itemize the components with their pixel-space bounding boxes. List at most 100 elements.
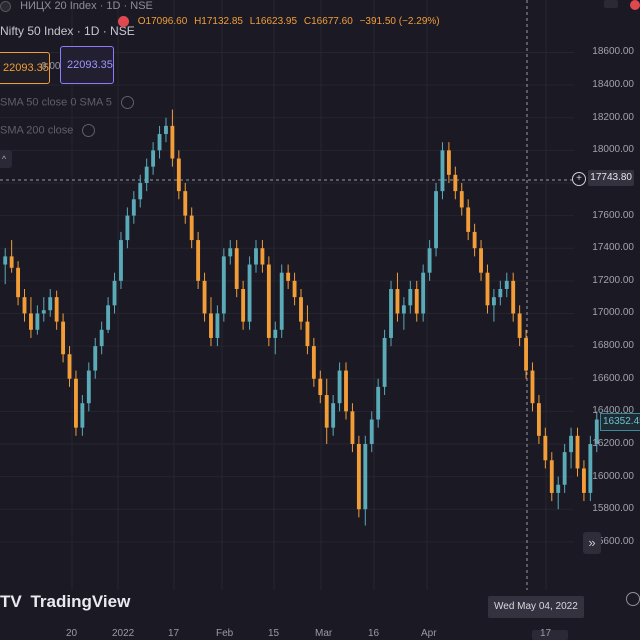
symbol-title[interactable]: Nifty 50 Index · 1D · NSE	[0, 24, 135, 38]
time-axis[interactable]: 20 2022 17 Feb 15 Mar 16 Apr 17	[0, 622, 640, 640]
candle-body	[479, 248, 483, 273]
time-tick-label: 16	[368, 628, 380, 639]
settings-gear-icon[interactable]	[626, 592, 640, 606]
status-dot-icon	[0, 0, 11, 12]
time-tick-label: 15	[268, 628, 280, 639]
candle-body	[125, 215, 130, 241]
candle-body	[453, 174, 458, 192]
time-tick-label: 17	[540, 628, 552, 639]
indicator-sma50[interactable]: SMA 50 close 0 SMA 5	[0, 96, 134, 109]
candle-body	[446, 150, 451, 175]
candle-body	[382, 337, 387, 387]
candle-body	[228, 248, 233, 257]
candle-body	[472, 231, 477, 249]
candle-body	[266, 264, 271, 338]
candle-body	[254, 248, 258, 265]
candle-body	[440, 150, 445, 192]
candle-body	[67, 354, 72, 379]
candle-body	[99, 329, 104, 347]
candle-body	[331, 403, 336, 428]
candle-body	[401, 305, 406, 314]
candle-body	[556, 484, 561, 493]
tradingview-logo[interactable]: TV TradingView	[0, 592, 130, 612]
buy-button[interactable]: 22093.35	[60, 46, 114, 84]
time-tick-label: 2022	[112, 628, 135, 639]
scroll-to-realtime-button[interactable]: »	[583, 532, 601, 554]
add-alert-icon[interactable]: +	[572, 172, 586, 186]
candle-body	[189, 215, 194, 241]
candle-body	[260, 248, 265, 265]
candle-body	[209, 313, 213, 338]
candle-body	[337, 370, 342, 404]
candle-body	[485, 272, 490, 306]
price-tick-label: 15800.00	[592, 503, 634, 515]
price-tick-label: 16600.00	[592, 372, 634, 384]
candle-body	[22, 297, 27, 314]
candle-body	[350, 411, 355, 444]
indicator-sma200[interactable]: SMA 200 close	[0, 124, 96, 137]
spread-value: 0.00	[41, 61, 61, 72]
candle-body	[176, 158, 181, 192]
candle-body	[305, 321, 310, 347]
candle-body	[86, 370, 91, 404]
price-axis[interactable]: 18600.0018400.0018200.0018000.0017800.00…	[574, 0, 640, 600]
candle-body	[273, 329, 278, 338]
candle-body	[536, 403, 541, 436]
candle-body	[389, 289, 393, 338]
candle-body	[504, 280, 509, 289]
candle-body	[106, 305, 111, 330]
candle-body	[3, 256, 8, 265]
candle-body	[421, 272, 426, 314]
candle-body	[491, 297, 496, 306]
candle-body	[498, 289, 503, 298]
candle-body	[543, 435, 548, 461]
candle-body	[234, 248, 239, 289]
last-price-label: 16352.45	[600, 413, 640, 431]
candle-body	[196, 240, 201, 281]
collapse-legend-button[interactable]: ^	[0, 150, 12, 168]
candle-body	[74, 378, 78, 428]
candle-body	[241, 289, 246, 322]
chart-header: НИЦХ 20 Index · 1D · NSE Nifty 50 Index …	[0, 0, 570, 168]
time-tick-label: Feb	[216, 628, 234, 639]
candles	[3, 109, 599, 526]
market-status-icon	[118, 16, 129, 27]
price-tick-label: 17200.00	[592, 274, 634, 286]
time-tick-label: 17	[168, 628, 180, 639]
candle-body	[93, 346, 98, 371]
candle-body	[292, 280, 297, 298]
price-tick-label: 17600.00	[592, 209, 634, 221]
price-tick-label: 17000.00	[592, 307, 634, 319]
candle-body	[466, 207, 471, 232]
crosshair-price-label: 17743.80	[588, 170, 634, 186]
crosshair-date-label: Wed May 04, 2022	[488, 596, 584, 618]
candle-body	[16, 267, 21, 298]
candle-body	[119, 240, 123, 281]
candle-body	[215, 313, 220, 338]
price-tick-label: 18200.00	[592, 111, 634, 123]
candle-body	[569, 435, 573, 453]
candle-body	[562, 452, 567, 485]
price-tick-label: 16800.00	[592, 340, 634, 352]
price-tick-label: 16000.00	[592, 470, 634, 482]
candle-body	[459, 191, 464, 208]
price-tick-label: 18400.00	[592, 79, 634, 91]
price-tick-label: 18600.00	[592, 46, 634, 58]
candle-body	[324, 395, 329, 428]
candle-body	[9, 256, 14, 268]
time-tick-label: Mar	[315, 628, 333, 639]
candle-body	[29, 313, 33, 330]
candle-body	[408, 289, 413, 306]
ohlc-readout: O17096.60 H17132.85 L16623.95 C16677.60 …	[118, 16, 444, 27]
candle-body	[318, 378, 323, 396]
visibility-icon[interactable]	[82, 124, 96, 137]
visibility-icon[interactable]	[120, 96, 134, 109]
candle-body	[183, 191, 188, 216]
candle-body	[356, 443, 361, 510]
candle-body	[517, 313, 522, 338]
candle-body	[286, 272, 291, 281]
candle-body	[311, 346, 316, 379]
symbol-top-line: НИЦХ 20 Index · 1D · NSE	[0, 0, 153, 12]
candle-body	[344, 370, 348, 412]
time-tick-label: Apr	[421, 628, 437, 639]
